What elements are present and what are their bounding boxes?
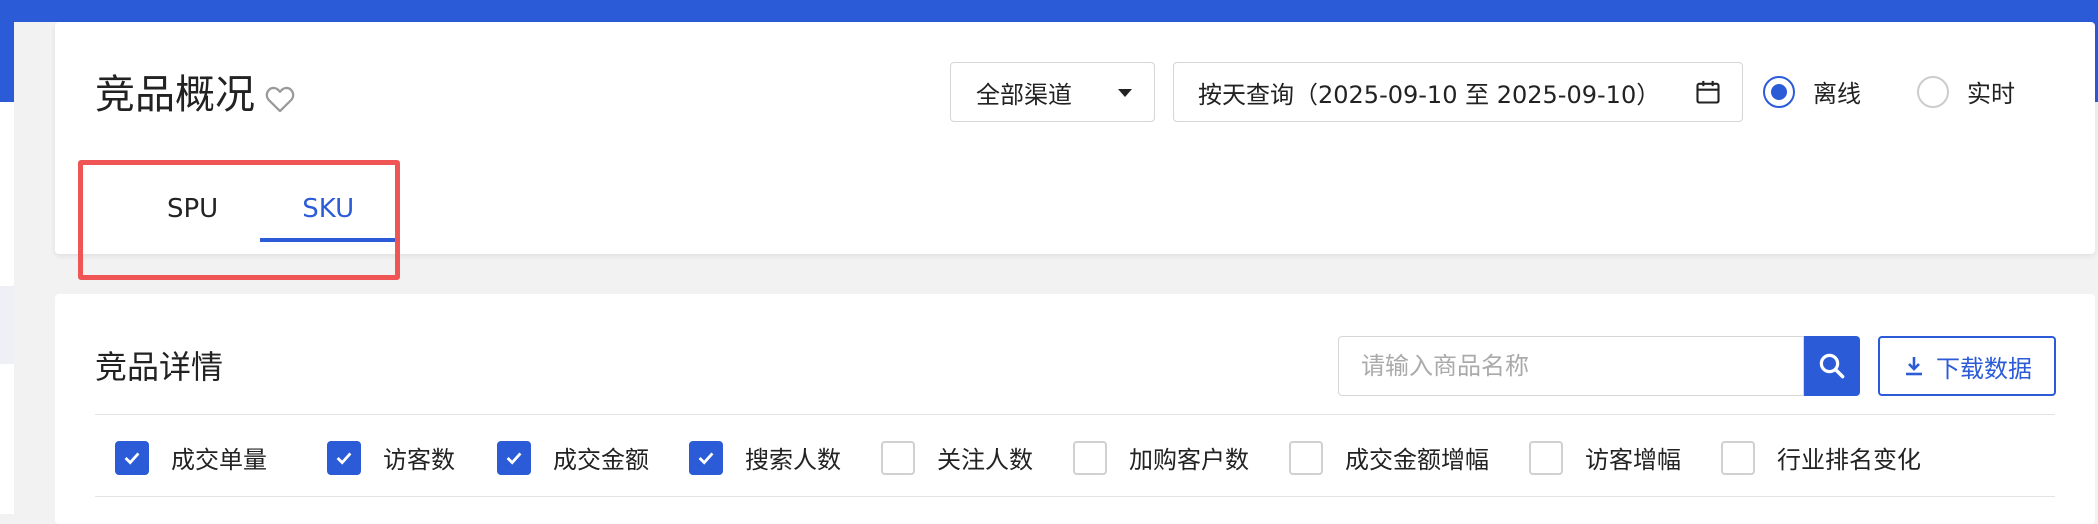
metric-label: 访客增幅	[1585, 446, 1681, 474]
search-icon	[1819, 353, 1845, 379]
left-sidebar-active-item[interactable]	[0, 286, 14, 364]
metric-checkbox-orders[interactable]: 成交单量	[115, 440, 267, 475]
metric-label: 搜索人数	[745, 446, 841, 474]
metric-checkbox-rank-change[interactable]: 行业排名变化	[1721, 440, 1921, 475]
checkbox-icon	[881, 440, 915, 475]
divider	[95, 414, 2055, 415]
section-title: 竞品详情	[95, 348, 224, 386]
checkbox-icon	[1073, 440, 1107, 475]
metric-checkbox-gmv[interactable]: 成交金额	[497, 440, 649, 475]
left-sidebar-header	[0, 22, 14, 102]
metric-label: 访客数	[383, 446, 455, 474]
metric-checkbox-visitor-growth[interactable]: 访客增幅	[1529, 440, 1681, 475]
radio-offline-label: 离线	[1813, 80, 1861, 108]
metric-checkbox-gmv-growth[interactable]: 成交金额增幅	[1289, 440, 1489, 475]
date-range-picker[interactable]: 按天查询（2025-09-10 至 2025-09-10）	[1173, 62, 1743, 122]
tab-highlight-annotation	[78, 160, 400, 280]
metric-label: 关注人数	[937, 446, 1033, 474]
metric-checkbox-followers[interactable]: 关注人数	[881, 440, 1033, 475]
channel-select[interactable]: 全部渠道	[950, 62, 1155, 122]
download-icon	[1906, 357, 1922, 376]
radio-offline-indicator	[1763, 75, 1795, 108]
calendar-icon	[1696, 80, 1720, 104]
metric-checkbox-visitors[interactable]: 访客数	[327, 440, 455, 475]
metric-label: 成交金额	[553, 446, 649, 474]
metric-checkbox-group: 成交单量 访客数 成交金额 搜索人数 关注人数 加购客户数 成交金额增幅 访客增…	[115, 440, 1921, 475]
checkbox-icon	[1721, 440, 1755, 475]
metric-label: 加购客户数	[1129, 446, 1249, 474]
divider	[95, 496, 2055, 497]
metric-label: 行业排名变化	[1777, 446, 1921, 474]
details-card: 竞品详情 下载数据 成交单量 访客数 成交金额 搜索人数	[55, 294, 2095, 524]
channel-select-value: 全部渠道	[976, 80, 1072, 109]
checkbox-icon	[115, 440, 149, 475]
metric-checkbox-cart-adds[interactable]: 加购客户数	[1073, 440, 1249, 475]
radio-realtime-label: 实时	[1967, 80, 2015, 108]
radio-realtime-indicator	[1917, 75, 1949, 108]
download-data-label: 下载数据	[1936, 354, 2032, 383]
radio-offline[interactable]: 离线	[1763, 74, 1861, 109]
checkbox-icon	[1289, 440, 1323, 475]
caret-down-icon	[1118, 89, 1132, 97]
metric-label: 成交金额增幅	[1345, 446, 1489, 474]
download-data-button[interactable]: 下载数据	[1878, 336, 2056, 396]
radio-realtime[interactable]: 实时	[1917, 74, 2015, 109]
product-search-input[interactable]	[1338, 336, 1804, 396]
metric-checkbox-searchers[interactable]: 搜索人数	[689, 440, 841, 475]
checkbox-icon	[497, 440, 531, 475]
checkbox-icon	[1529, 440, 1563, 475]
checkbox-icon	[689, 440, 723, 475]
heart-outline-icon[interactable]	[263, 82, 297, 116]
page-title: 竞品概况	[95, 72, 255, 118]
checkbox-icon	[327, 440, 361, 475]
search-button[interactable]	[1804, 336, 1860, 396]
metric-label: 成交单量	[171, 446, 267, 474]
date-range-value: 按天查询（2025-09-10 至 2025-09-10）	[1198, 80, 1661, 109]
top-nav-bar	[0, 0, 2098, 22]
